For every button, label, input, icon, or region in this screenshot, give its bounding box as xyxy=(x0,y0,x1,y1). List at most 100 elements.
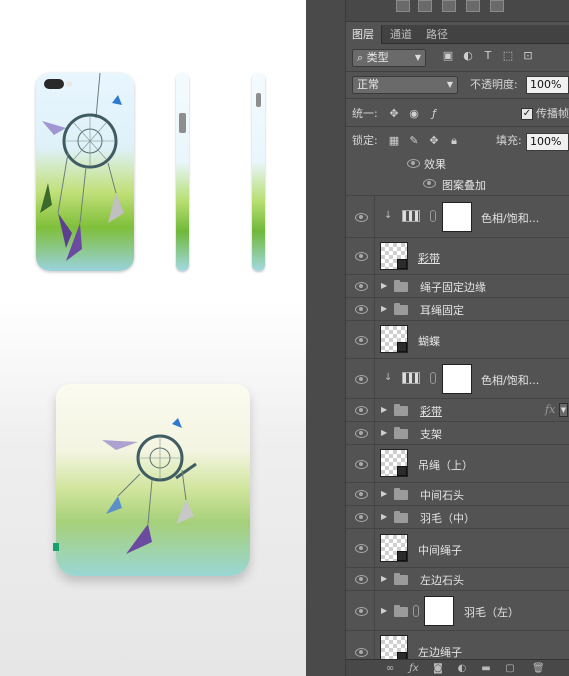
eye-icon[interactable] xyxy=(406,158,420,168)
layer-row[interactable]: ↓ 色相/饱和... xyxy=(346,196,569,238)
eye-icon[interactable] xyxy=(354,212,368,222)
lock-all-icon[interactable]: 🔒︎ xyxy=(448,135,460,147)
eye-icon[interactable] xyxy=(354,428,368,438)
eye-icon[interactable] xyxy=(354,304,368,314)
expand-triangle-icon[interactable]: ▶ xyxy=(381,489,387,498)
new-adjustment-layer-icon[interactable]: ◐ xyxy=(456,663,468,674)
layer-group-row[interactable]: ▶ 羽毛（左） xyxy=(346,591,569,631)
unify-visibility-icon[interactable]: ◉ xyxy=(408,108,420,120)
filter-pixel-icon[interactable]: ▣ xyxy=(442,50,454,62)
filter-kind-select[interactable]: ⌕ 类型 ▼ xyxy=(352,49,426,67)
eye-icon[interactable] xyxy=(354,374,368,384)
eye-icon[interactable] xyxy=(354,405,368,415)
fill-input[interactable]: 100% xyxy=(526,133,569,151)
lock-transparent-pixels-icon[interactable]: ▦ xyxy=(388,135,400,147)
smart-object-icon xyxy=(397,259,407,269)
unify-position-icon[interactable]: ✥ xyxy=(388,108,400,120)
layer-row[interactable]: ↓ 色相/饱和... xyxy=(346,359,569,399)
adjustment-icon[interactable] xyxy=(466,0,480,12)
unify-style-icon[interactable]: ƒ xyxy=(428,108,440,120)
layer-group-row[interactable]: ▶ 羽毛（中） xyxy=(346,506,569,529)
eye-icon[interactable] xyxy=(354,281,368,291)
divider xyxy=(374,399,375,421)
layer-name: 蝴蝶 xyxy=(418,335,440,348)
eye-icon[interactable] xyxy=(354,489,368,499)
layer-row[interactable]: 彩带 xyxy=(346,238,569,275)
eye-icon[interactable] xyxy=(354,606,368,616)
lock-image-pixels-icon[interactable]: ✎ xyxy=(408,135,420,147)
phone-case-side-right xyxy=(252,73,265,271)
layer-thumbnail xyxy=(380,635,408,659)
layer-mask-thumbnail[interactable] xyxy=(424,596,454,626)
expand-triangle-icon[interactable]: ▶ xyxy=(381,281,387,290)
eye-icon[interactable] xyxy=(354,251,368,261)
layer-row[interactable]: 吊绳（上） xyxy=(346,445,569,483)
expand-triangle-icon[interactable]: ▶ xyxy=(381,405,387,414)
expand-triangle-icon[interactable]: ▶ xyxy=(381,428,387,437)
tab-channels[interactable]: 通道 xyxy=(384,25,418,44)
new-layer-icon[interactable]: ▢ xyxy=(504,663,516,674)
unify-label: 统一: xyxy=(352,107,378,120)
layer-group-row[interactable]: ▶ 彩带 fx ▼ xyxy=(346,399,569,422)
layer-group-row[interactable]: ▶ 中间石头 xyxy=(346,483,569,506)
divider xyxy=(374,568,375,590)
layer-effects-label: 效果 xyxy=(424,158,446,171)
layer-row[interactable]: 左边绳子 xyxy=(346,631,569,659)
eye-icon[interactable] xyxy=(422,178,436,188)
expand-triangle-icon[interactable]: ▶ xyxy=(381,606,387,615)
opacity-value: 100% xyxy=(530,78,562,91)
delete-layer-icon[interactable]: 🗑︎ xyxy=(532,663,545,674)
eye-icon[interactable] xyxy=(354,512,368,522)
layer-mask-thumbnail[interactable] xyxy=(442,202,472,232)
filter-smart-object-icon[interactable]: ⊡ xyxy=(522,50,534,62)
eye-icon[interactable] xyxy=(354,335,368,345)
tab-layers[interactable]: 图层 xyxy=(346,25,382,44)
clipping-mask-icon: ↓ xyxy=(384,372,393,383)
divider xyxy=(374,445,375,482)
divider xyxy=(374,591,375,630)
tab-paths[interactable]: 路径 xyxy=(420,25,454,44)
filter-type-icon[interactable]: T xyxy=(482,50,494,62)
layer-row[interactable]: 中间绳子 xyxy=(346,529,569,568)
layer-mask-thumbnail[interactable] xyxy=(442,364,472,394)
expand-triangle-icon[interactable]: ▶ xyxy=(381,574,387,583)
eye-icon[interactable] xyxy=(354,543,368,553)
layer-effect-row[interactable]: 图案叠加 xyxy=(346,172,569,196)
filter-shape-icon[interactable]: ⬚ xyxy=(502,50,514,62)
adjustment-icon[interactable] xyxy=(490,0,504,12)
chevron-down-icon[interactable]: ▼ xyxy=(559,403,568,417)
eye-icon[interactable] xyxy=(354,647,368,657)
layer-group-row[interactable]: ▶ 耳绳固定 xyxy=(346,298,569,321)
layer-effects-row[interactable]: 效果 xyxy=(346,154,569,172)
blend-mode-select[interactable]: 正常 ▼ xyxy=(352,76,458,94)
chain-link-icon[interactable] xyxy=(430,372,436,384)
layer-row[interactable]: 蝴蝶 xyxy=(346,321,569,359)
chain-link-icon[interactable] xyxy=(413,605,419,617)
dreamcatcher-artwork xyxy=(102,418,197,554)
pillow-mockup xyxy=(56,384,250,576)
expand-triangle-icon[interactable]: ▶ xyxy=(381,304,387,313)
opacity-input[interactable]: 100% xyxy=(526,76,569,94)
filter-adjustment-icon[interactable]: ◐ xyxy=(462,50,474,62)
layer-fx-icon[interactable]: fx xyxy=(545,403,555,416)
adjustment-icon[interactable] xyxy=(442,0,456,12)
new-group-icon[interactable]: ▬ xyxy=(480,663,492,674)
eye-icon[interactable] xyxy=(354,459,368,469)
lock-position-icon[interactable]: ✥ xyxy=(428,135,440,147)
add-mask-icon[interactable]: ◙ xyxy=(432,663,444,674)
expand-triangle-icon[interactable]: ▶ xyxy=(381,512,387,521)
link-layers-icon[interactable]: ∞ xyxy=(384,663,396,674)
layer-name: 左边绳子 xyxy=(418,646,462,659)
add-layer-style-icon[interactable]: ƒx xyxy=(408,663,420,674)
layer-group-row[interactable]: ▶ 支架 xyxy=(346,422,569,445)
layer-list[interactable]: 效果 图案叠加 ↓ 色相/饱和... 彩带 ▶ 绳子固定边缘 ▶ 耳绳固定 蝴蝶… xyxy=(346,154,569,659)
adjustment-icon[interactable] xyxy=(418,0,432,12)
document-canvas[interactable] xyxy=(0,0,306,676)
layer-group-row[interactable]: ▶ 左边石头 xyxy=(346,568,569,591)
layer-group-row[interactable]: ▶ 绳子固定边缘 xyxy=(346,275,569,298)
layer-filter-row: ⌕ 类型 ▼ ▣ ◐ T ⬚ ⊡ xyxy=(346,46,569,70)
adjustment-icon[interactable] xyxy=(396,0,410,12)
propagate-frame-checkbox[interactable]: ✓ xyxy=(521,108,533,120)
chain-link-icon[interactable] xyxy=(430,210,436,222)
eye-icon[interactable] xyxy=(354,574,368,584)
